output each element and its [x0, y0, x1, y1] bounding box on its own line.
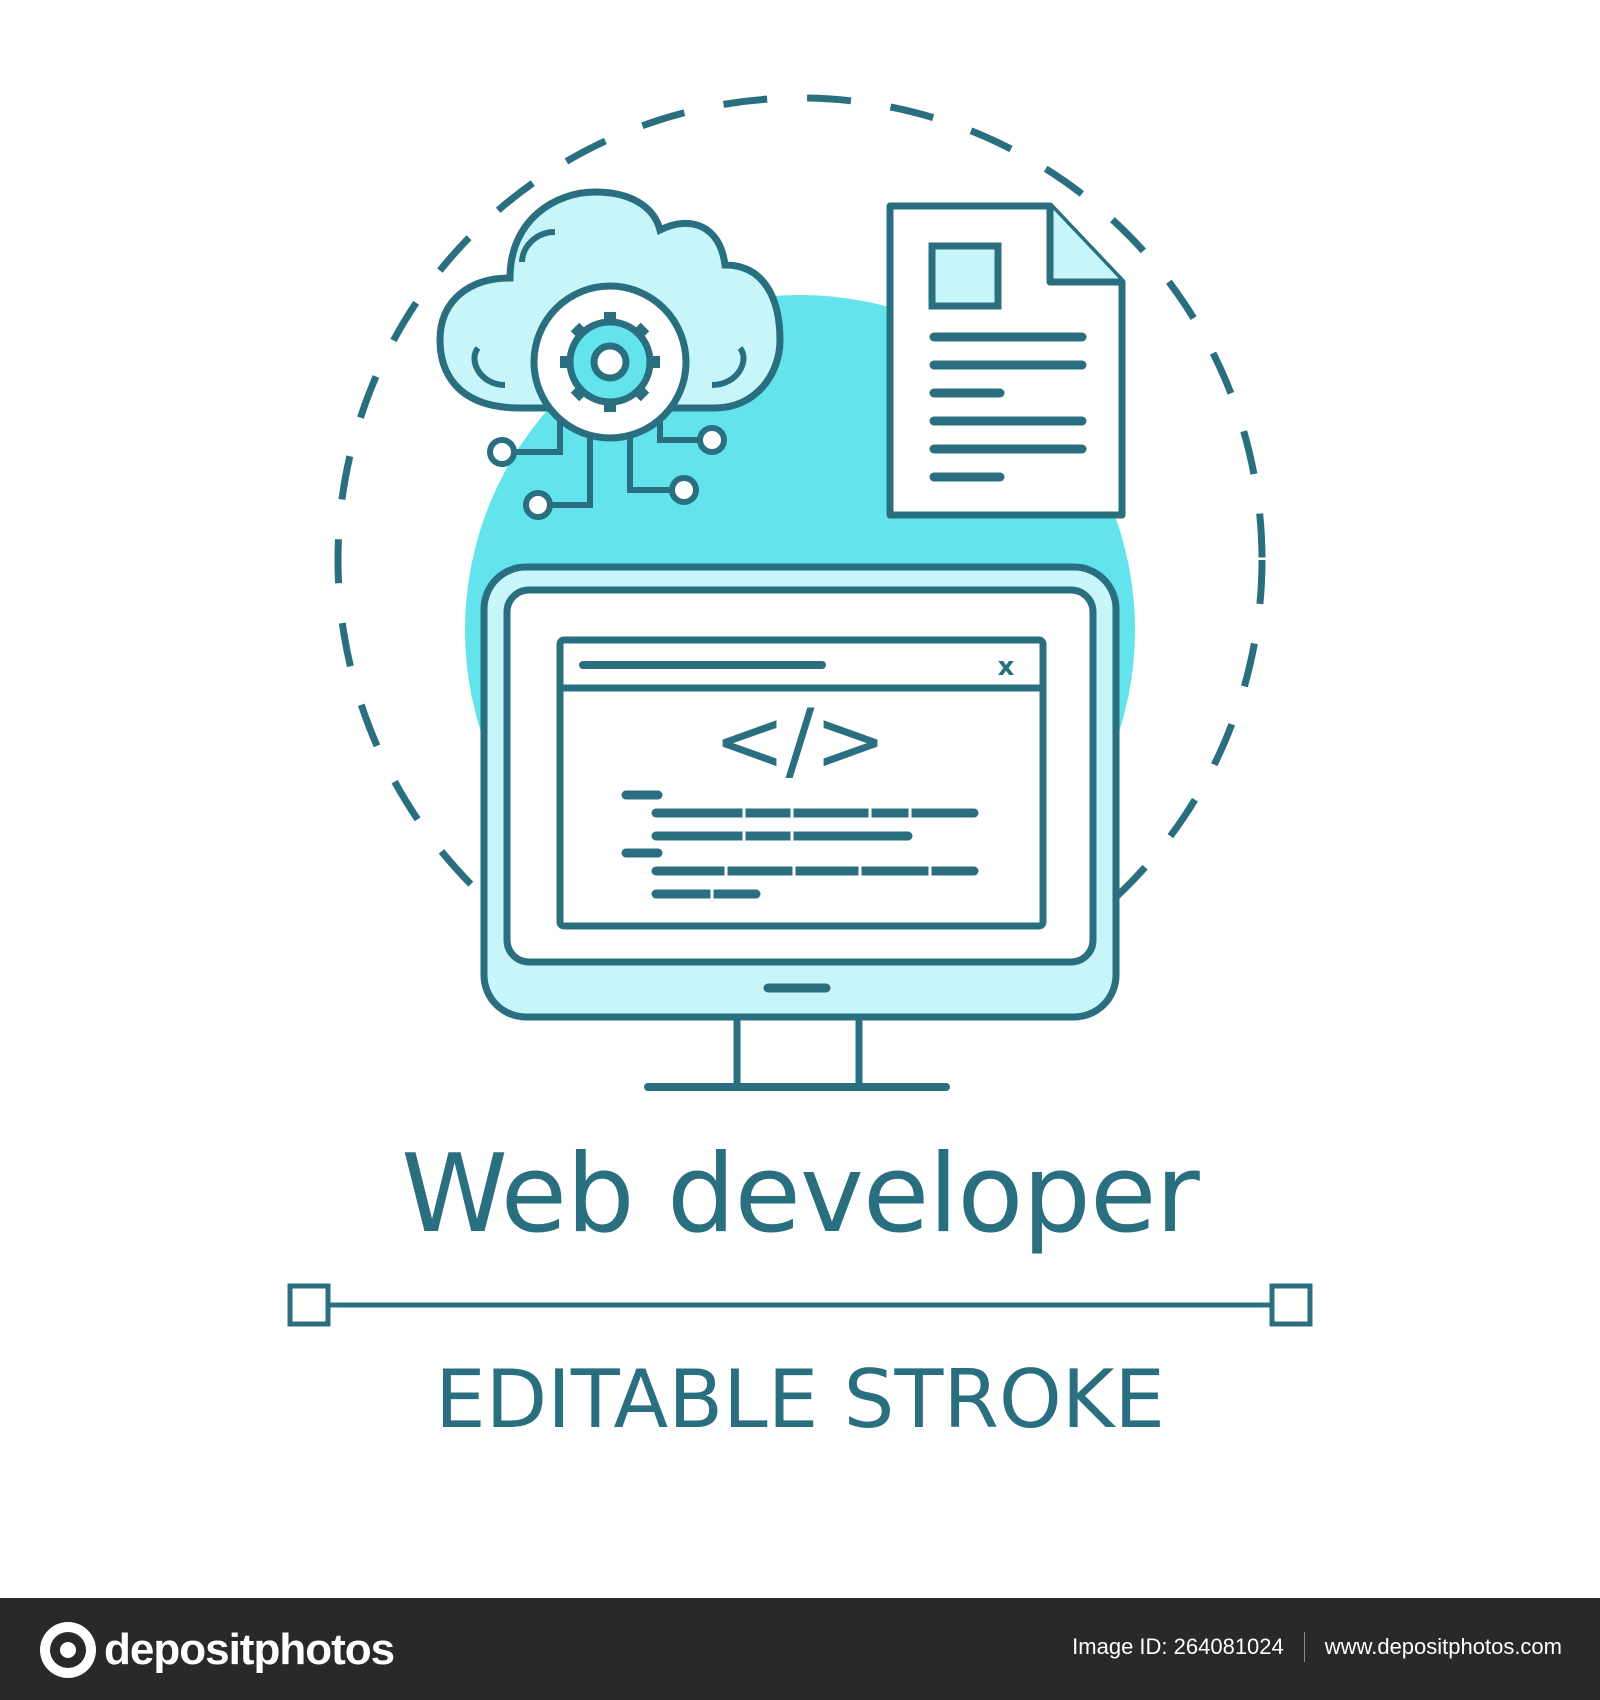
- gear-icon: [560, 312, 660, 412]
- footer-bar: depositphotos Image ID: 264081024 www.de…: [0, 1598, 1600, 1700]
- image-id: Image ID: 264081024: [1072, 1634, 1284, 1659]
- brand-logo[interactable]: depositphotos: [40, 1620, 395, 1680]
- site-link[interactable]: www.depositphotos.com: [1325, 1634, 1562, 1660]
- code-brackets-icon: </>: [713, 691, 886, 791]
- logo-icon: [40, 1622, 96, 1678]
- divider: [1303, 1632, 1305, 1662]
- logo-text: depositphotos: [104, 1625, 395, 1674]
- monitor-icon: x </>: [480, 563, 1120, 1091]
- close-icon[interactable]: x: [998, 652, 1015, 682]
- footer-meta: Image ID: 264081024 www.depositphotos.co…: [1072, 1632, 1562, 1662]
- document-icon: [886, 202, 1126, 519]
- subtitle: EDITABLE STROKE: [435, 1353, 1165, 1446]
- stroke-handle-line: [287, 1283, 1313, 1327]
- page-title: Web developer: [401, 1132, 1200, 1257]
